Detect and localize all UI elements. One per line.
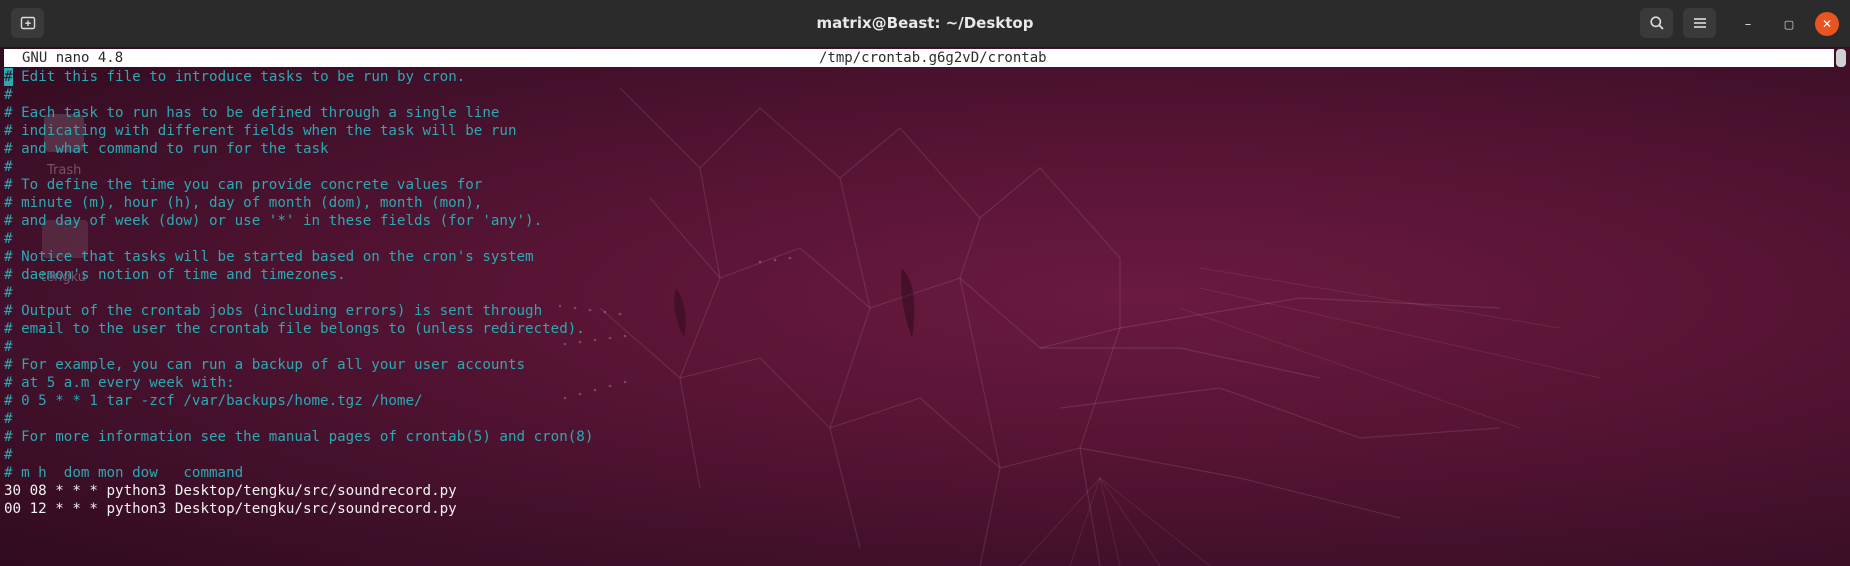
window-title: matrix@Beast: ~/Desktop [816,14,1034,32]
maximize-button[interactable]: ▢ [1777,12,1801,36]
comment-line: # [4,411,13,427]
search-icon [1649,16,1664,30]
comment-line: # [4,87,13,103]
comment-line: # and what command to run for the task [4,141,329,157]
nano-filename: /tmp/crontab.g6g2vD/crontab [819,50,1047,66]
comment-line: # Output of the crontab jobs (including … [4,303,543,319]
terminal-header-bar: matrix@Beast: ~/Desktop – ▢ ✕ [0,0,1850,48]
close-icon: ✕ [1821,17,1833,31]
hamburger-menu-icon [1693,18,1706,28]
nano-editor-content[interactable]: # Edit this file to introduce tasks to b… [4,68,1824,518]
crontab-entry-line: 00 12 * * * python3 Desktop/tengku/src/s… [4,501,457,517]
comment-line: # [4,447,13,463]
comment-line: # indicating with different fields when … [4,123,517,139]
comment-line: # m h dom mon dow command [4,465,244,481]
comment-line: # minute (m), hour (h), day of month (do… [4,195,483,211]
minimize-icon: – [1744,16,1752,32]
nano-version: GNU nano 4.8 [22,50,124,66]
nano-title-bar: GNU nano 4.8 /tmp/crontab.g6g2vD/crontab [4,49,1834,67]
comment-line: # [4,339,13,355]
comment-line: # at 5 a.m every week with: [4,375,235,391]
line-text: Edit this file to introduce tasks to be … [12,69,466,85]
comment-line: # [4,159,13,175]
comment-line: # Each task to run has to be defined thr… [4,105,500,121]
comment-line: # 0 5 * * 1 tar -zcf /var/backups/home.t… [4,393,423,409]
comment-line: # and day of week (dow) or use '*' in th… [4,213,543,229]
comment-line: # For example, you can run a backup of a… [4,357,526,373]
comment-line: # [4,285,13,301]
scrollbar[interactable] [1836,49,1846,67]
comment-line: # Edit this file to introduce tasks to b… [4,68,1824,86]
search-button[interactable] [1640,8,1673,38]
crontab-entry-line: 30 08 * * * python3 Desktop/tengku/src/s… [4,483,457,499]
text-cursor: # [4,68,13,86]
comment-line: # [4,231,13,247]
comment-line: # To define the time you can provide con… [4,177,483,193]
comment-line: # daemon's notion of time and timezones. [4,267,346,283]
minimize-button[interactable]: – [1736,12,1760,36]
terminal-viewport[interactable]: Trash tengku GNU nano 4.8 /tmp/crontab.g… [0,48,1850,566]
maximize-icon: ▢ [1783,17,1795,31]
menu-button[interactable] [1683,8,1716,38]
comment-line: # Notice that tasks will be started base… [4,249,534,265]
comment-line: # email to the user the crontab file bel… [4,321,585,337]
close-button[interactable]: ✕ [1815,12,1839,36]
comment-line: # For more information see the manual pa… [4,429,594,445]
